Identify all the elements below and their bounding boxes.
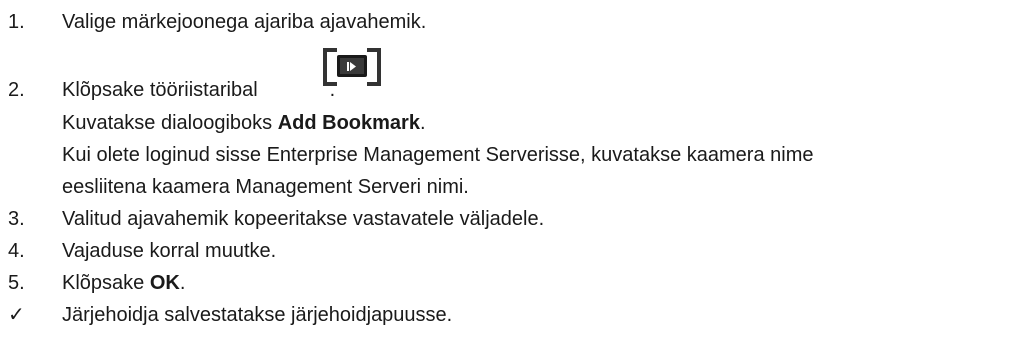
- step-text: Klõpsake tööriistaribal.: [62, 78, 335, 102]
- ok-label: OK: [149, 272, 180, 294]
- dialog-text-end: .: [419, 112, 426, 134]
- instruction-document: 1. Valige märkejoonega ajariba ajavahemi…: [0, 0, 1027, 360]
- result-text: Järjehoidja salvestatakse järjehoidjapuu…: [62, 304, 453, 326]
- step-text: Klõpsake OK.: [62, 271, 185, 295]
- step-number: 5.: [8, 272, 25, 294]
- step-text-before-icon: Klõpsake tööriistaribal: [62, 79, 258, 101]
- step-text: Valitud ajavahemik kopeeritakse vastavat…: [62, 208, 545, 230]
- step-2-note-line-1: Kui olete loginud sisse Enterprise Manag…: [62, 144, 814, 166]
- step-number: 3.: [8, 208, 25, 230]
- dialog-name: Add Bookmark: [277, 112, 420, 134]
- checkmark-icon: ✓: [8, 304, 25, 326]
- step-text-before: Klõpsake: [62, 272, 150, 294]
- step-number: 1.: [8, 11, 25, 33]
- add-bookmark-icon[interactable]: [317, 44, 387, 90]
- step-2-note-line-2: eesliitena kaamera Management Serveri ni…: [62, 176, 469, 198]
- step-text: Valige märkejoonega ajariba ajavahemik.: [62, 11, 427, 33]
- step-text-after: .: [179, 272, 186, 294]
- step-text: Vajaduse korral muutke.: [62, 240, 277, 262]
- dialog-text: Kuvatakse dialoogiboks: [62, 112, 278, 134]
- step-2-result-line: Kuvatakse dialoogiboks Add Bookmark.: [62, 111, 426, 135]
- step-number: 4.: [8, 240, 25, 262]
- step-number: 2.: [8, 79, 25, 101]
